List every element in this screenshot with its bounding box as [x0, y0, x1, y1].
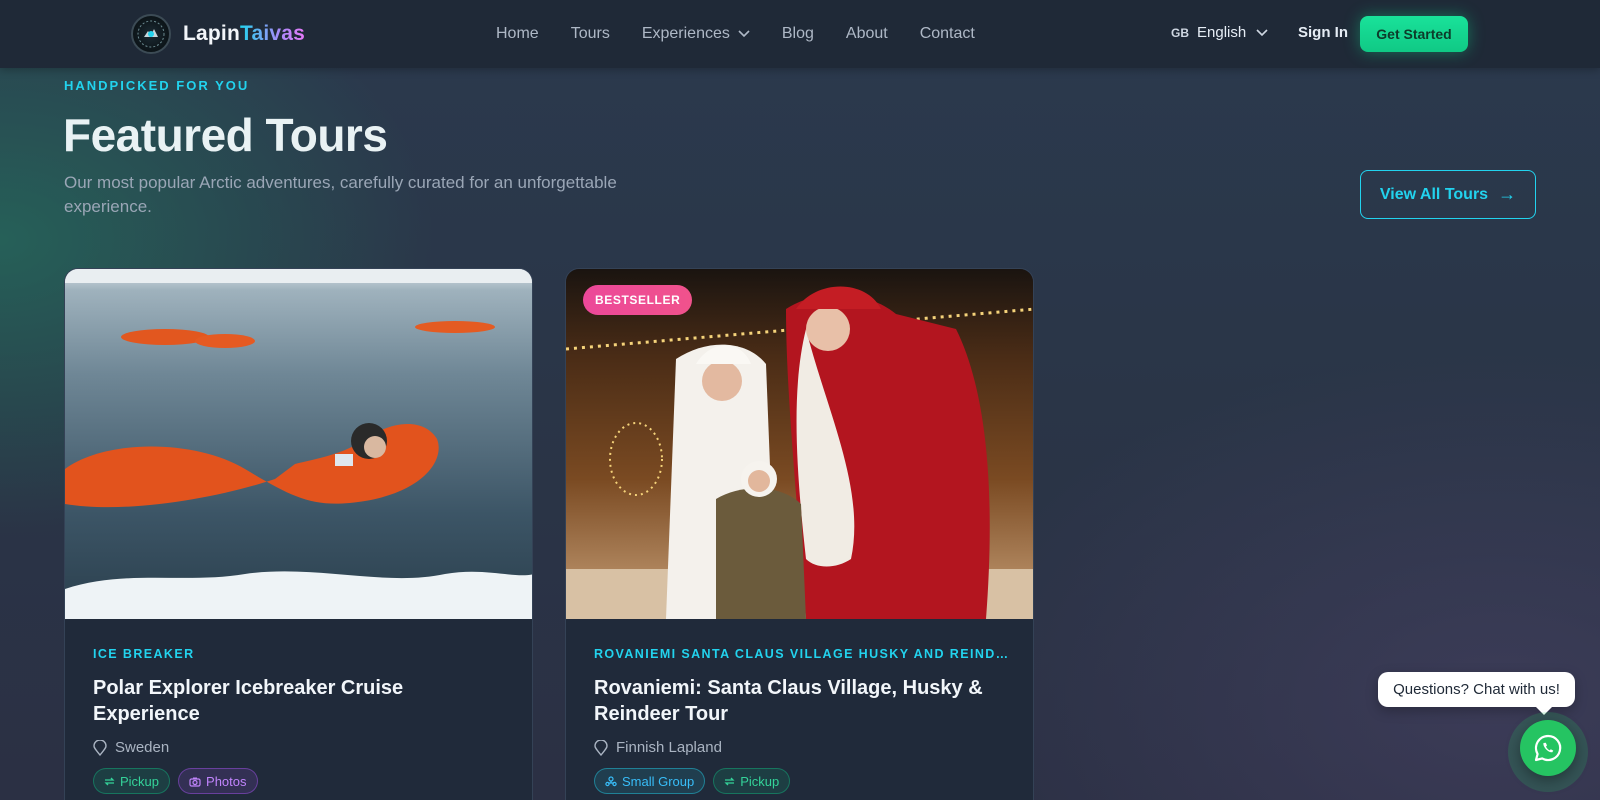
tag-pickup: Pickup — [713, 768, 791, 794]
tour-tags: Pickup Photos — [93, 768, 508, 794]
view-all-tours-button[interactable]: View All Tours → — [1360, 170, 1536, 219]
site-header: LapinTaivas Home Tours Experiences Blog … — [0, 0, 1600, 68]
tag-small-group: Small Group — [594, 768, 706, 794]
tour-category: ROVANIEMI SANTA CLAUS VILLAGE HUSKY AND … — [594, 647, 1009, 661]
tour-image-santa-village[interactable]: BESTSELLER — [566, 269, 1033, 619]
arrow-right-icon: → — [1498, 184, 1517, 204]
section-subtitle: Our most popular Arctic adventures, care… — [64, 173, 617, 216]
tour-card[interactable]: ICE BREAKER Polar Explorer Icebreaker Cr… — [64, 268, 533, 800]
map-pin-icon — [594, 739, 608, 756]
group-icon — [605, 775, 617, 786]
tag-label: Pickup — [740, 773, 780, 789]
pickup-icon — [104, 777, 115, 785]
whatsapp-chat-button[interactable] — [1520, 720, 1576, 776]
nav-home[interactable]: Home — [496, 25, 539, 43]
nav-experiences-label: Experiences — [641, 25, 730, 42]
nav-blog[interactable]: Blog — [782, 25, 814, 43]
whatsapp-icon — [1534, 734, 1562, 762]
view-all-label: View All Tours — [1379, 185, 1489, 203]
tour-image-icebreaker[interactable] — [65, 269, 532, 619]
main-nav: Home Tours Experiences Blog About Contac… — [496, 0, 1007, 68]
chevron-down-icon — [1256, 28, 1268, 36]
nav-contact[interactable]: Contact — [920, 25, 975, 43]
tour-location: Sweden — [93, 739, 508, 756]
map-pin-icon — [93, 739, 107, 756]
logo-emblem-icon — [131, 14, 171, 54]
chat-prompt-bubble[interactable]: Questions? Chat with us! — [1378, 672, 1575, 715]
logo-text-secondary: Taivas — [240, 22, 306, 45]
nav-experiences[interactable]: Experiences — [642, 25, 750, 43]
sign-in-link[interactable]: Sign In — [1298, 24, 1348, 41]
pickup-icon — [724, 777, 735, 785]
nav-about[interactable]: About — [846, 25, 888, 43]
nav-tours[interactable]: Tours — [571, 25, 610, 43]
tag-photos: Photos — [178, 768, 258, 794]
tour-title[interactable]: Polar Explorer Icebreaker Cruise Experie… — [93, 675, 508, 727]
logo-text-primary: Lapin — [183, 22, 240, 45]
language-selector[interactable]: GB English — [1171, 24, 1268, 41]
camera-icon — [189, 777, 201, 787]
tour-location: Finnish Lapland — [594, 739, 1009, 756]
tour-tags: Small Group Pickup — [594, 768, 1009, 794]
tour-title[interactable]: Rovaniemi: Santa Claus Village, Husky & … — [594, 675, 1009, 727]
logo[interactable]: LapinTaivas — [131, 14, 305, 54]
chevron-down-icon — [738, 30, 750, 38]
tour-category: ICE BREAKER — [93, 647, 195, 661]
section-eyebrow: HANDPICKED FOR YOU — [64, 78, 250, 93]
language-label: English — [1197, 24, 1247, 41]
bestseller-badge: BESTSELLER — [583, 285, 693, 315]
tag-pickup: Pickup — [93, 768, 171, 794]
tag-label: Pickup — [120, 773, 160, 789]
tour-location-label: Sweden — [115, 739, 170, 756]
get-started-button[interactable]: Get Started — [1360, 16, 1468, 52]
language-code: GB — [1171, 25, 1189, 40]
section-title: Featured Tours — [63, 109, 388, 161]
tag-label: Photos — [206, 773, 247, 789]
tour-location-label: Finnish Lapland — [616, 739, 722, 756]
tour-card[interactable]: BESTSELLER ROVANIEMI SANTA CLAUS VILLAGE… — [565, 268, 1034, 800]
tag-label: Small Group — [622, 773, 695, 789]
